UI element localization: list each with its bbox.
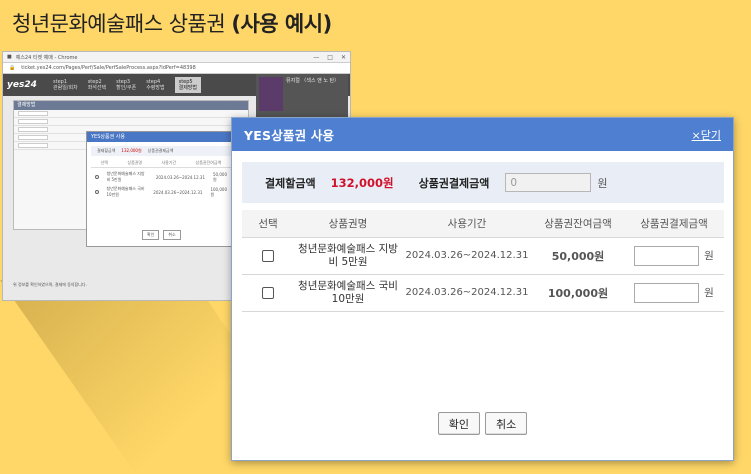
minimize-icon[interactable]: —: [313, 54, 319, 61]
mini-table-header: 선택 상품권명 사용기간 상품권잔여금액: [91, 160, 231, 168]
select-cell: [242, 237, 294, 275]
payment-summary: 결제할금액 132,000원 상품권결제금액 원: [242, 162, 724, 203]
mini-th: 사용기간: [161, 160, 177, 165]
form-row: [14, 118, 248, 126]
browser-url: ticket.yes24.com/Pages/Perf/Sale/PerfSal…: [21, 65, 196, 71]
form-field[interactable]: [18, 111, 48, 116]
pay-cell: 원: [624, 237, 724, 275]
form-row: [14, 110, 248, 118]
currency-unit: 원: [704, 250, 714, 262]
maximize-icon[interactable]: □: [327, 54, 333, 61]
mini-th: 선택: [100, 160, 109, 165]
mini-row-name: 청년문화예술패스 지방비 5만원: [106, 171, 145, 182]
giftcard-amount-label: 상품권결제금액: [418, 176, 490, 190]
step-label: 수령방법: [146, 85, 165, 91]
giftcard-period: 2024.03.26~2024.12.31: [402, 237, 532, 275]
step-item-5[interactable]: step5 결제방법: [174, 77, 201, 93]
th-name: 상품권명: [294, 210, 402, 238]
mini-row-remain: 50,000원: [213, 171, 227, 182]
cancel-button[interactable]: 취소: [485, 412, 528, 435]
giftcard-dialog: YES상품권 사용 ×닫기 결제할금액 132,000원 상품권결제금액 원 선…: [231, 117, 734, 461]
mini-confirm-button[interactable]: 확인: [142, 230, 160, 240]
th-period: 사용기간: [402, 210, 532, 238]
giftcard-name: 청년문화예술패스 지방비 5만원: [294, 237, 402, 275]
currency-unit: 원: [597, 176, 608, 190]
close-button[interactable]: ×닫기: [692, 127, 721, 143]
mini-pay-label: 결제할금액: [97, 148, 116, 153]
form-field[interactable]: [18, 143, 48, 148]
mini-giftcard-dialog: YES상품권 사용 결제할금액 132,000원 상품권결제금액 선택 상품권명…: [86, 131, 236, 247]
giftcard-table: 선택 상품권명 사용기간 상품권잔여금액 상품권결제금액 청년문화예술패스 지방…: [242, 210, 724, 312]
mini-table-row: 청년문화예술패스 국비 10만원 2024.03.26~2024.12.31 1…: [95, 186, 227, 198]
page-headline: 청년문화예술패스 상품권 (사용 예시): [12, 8, 332, 38]
mini-row-remain: 100,000원: [210, 186, 227, 197]
table-header-row: 선택 상품권명 사용기간 상품권잔여금액 상품권결제금액: [242, 210, 724, 238]
show-title: 뮤지컬 〈섹스 앤 노 탄〉: [286, 78, 340, 84]
panel-header: 결제방법: [14, 101, 248, 110]
mini-checkbox[interactable]: [95, 175, 99, 179]
dialog-header: YES상품권 사용 ×닫기: [232, 118, 733, 151]
form-field[interactable]: [18, 127, 48, 132]
th-select: 선택: [242, 210, 294, 238]
mini-checkbox[interactable]: [95, 190, 99, 194]
lock-icon: 🔒: [9, 65, 16, 71]
mini-summary: 결제할금액 132,000원 상품권결제금액: [91, 146, 231, 156]
mini-dialog-title: YES상품권 사용: [87, 132, 235, 142]
confirm-button[interactable]: 확인: [437, 412, 480, 435]
step-item-2[interactable]: step2 좌석선택: [88, 79, 106, 91]
form-field[interactable]: [18, 135, 48, 140]
mini-gc-label: 상품권결제금액: [147, 148, 174, 153]
pay-amount-value: 132,000원: [330, 175, 394, 190]
browser-titlebar: ■ 예스24 티켓 예매 - Chrome — □ ✕: [3, 52, 350, 63]
browser-urlbar[interactable]: 🔒 ticket.yes24.com/Pages/Perf/Sale/PerfS…: [3, 63, 350, 74]
currency-unit: 원: [704, 287, 714, 299]
close-window-icon[interactable]: ✕: [341, 54, 346, 61]
headline-text: 청년문화예술패스 상품권: [12, 12, 232, 36]
giftcard-pay-input[interactable]: [634, 245, 700, 266]
mini-th: 상품권잔여금액: [195, 160, 222, 165]
giftcard-period: 2024.03.26~2024.12.31: [402, 274, 532, 312]
pay-amount-label: 결제할금액: [265, 176, 316, 190]
dialog-title: YES상품권 사용: [244, 128, 335, 143]
headline-bold: (사용 예시): [231, 12, 332, 36]
giftcard-amount-input[interactable]: [505, 173, 592, 192]
browser-window-title: 예스24 티켓 예매 - Chrome: [15, 54, 78, 61]
select-cell: [242, 274, 294, 312]
mini-buttons: 확인 취소: [142, 230, 181, 240]
step-item-3[interactable]: step3 할인/쿠폰: [116, 79, 136, 91]
select-checkbox[interactable]: [262, 249, 274, 262]
form-field[interactable]: [18, 119, 48, 124]
dialog-buttons: 확인 취소: [232, 412, 733, 435]
window-controls: — □ ✕: [313, 54, 346, 61]
mini-row-period: 2024.03.26~2024.12.31: [155, 174, 205, 180]
browser-favicon-icon: ■: [7, 54, 12, 60]
giftcard-name: 청년문화예술패스 국비 10만원: [294, 274, 402, 312]
select-checkbox[interactable]: [262, 286, 274, 299]
mini-cancel-button[interactable]: 취소: [163, 230, 181, 240]
pay-cell: 원: [624, 274, 724, 312]
poster-image: [259, 77, 283, 111]
step-label: 좌석선택: [87, 85, 107, 91]
mini-row-name: 청년문화예술패스 국비 10만원: [106, 186, 145, 197]
mini-pay-value: 132,000원: [121, 148, 142, 153]
step-item-4[interactable]: step4 수령방법: [146, 79, 164, 91]
giftcard-remain: 100,000원: [532, 274, 624, 312]
mini-th: 상품권명: [127, 160, 143, 165]
site-logo: yes24: [7, 80, 37, 90]
step-label: 관람일/회차: [53, 85, 78, 91]
giftcard-pay-input[interactable]: [634, 282, 700, 303]
table-row: 청년문화예술패스 국비 10만원 2024.03.26~2024.12.31 1…: [242, 274, 724, 312]
table-row: 청년문화예술패스 지방비 5만원 2024.03.26~2024.12.31 5…: [242, 237, 724, 275]
step-label: 할인/쿠폰: [116, 85, 137, 91]
th-pay: 상품권결제금액: [624, 210, 724, 238]
giftcard-remain: 50,000원: [532, 237, 624, 275]
step-label: 결제방법: [178, 85, 197, 91]
mini-row-period: 2024.03.26~2024.12.31: [153, 189, 203, 195]
mini-table-row: 청년문화예술패스 지방비 5만원 2024.03.26~2024.12.31 5…: [95, 171, 227, 183]
th-remain: 상품권잔여금액: [532, 210, 624, 238]
step-item-1[interactable]: step1 관람일/회차: [53, 79, 78, 91]
